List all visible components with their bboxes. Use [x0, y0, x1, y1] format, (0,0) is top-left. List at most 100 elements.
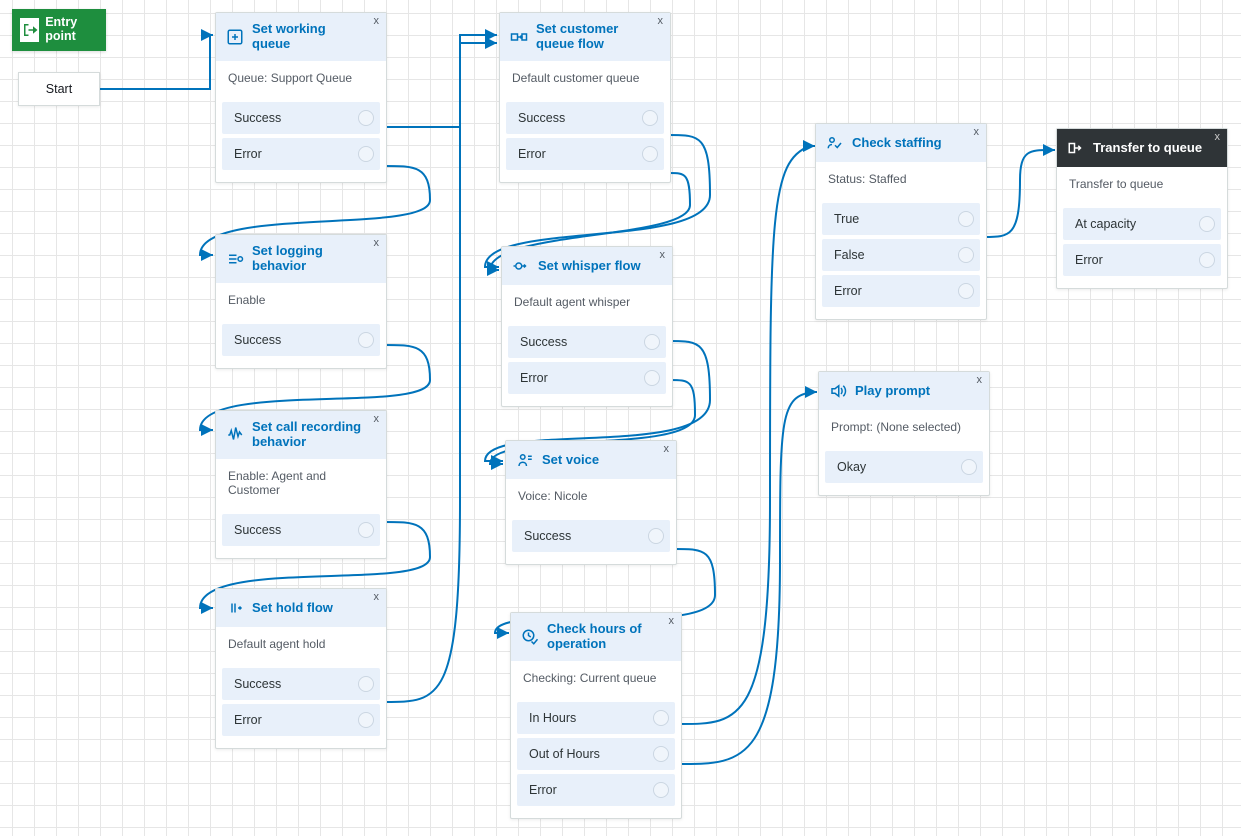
- node-desc: Enable: [216, 283, 386, 317]
- node-desc: Voice: Nicole: [506, 479, 676, 513]
- output-error[interactable]: Error: [222, 138, 380, 170]
- node-desc: Prompt: (None selected): [819, 410, 989, 444]
- output-in-hours[interactable]: In Hours: [517, 702, 675, 734]
- port-icon[interactable]: [644, 370, 660, 386]
- port-icon[interactable]: [644, 334, 660, 350]
- port-icon[interactable]: [653, 710, 669, 726]
- port-icon[interactable]: [648, 528, 664, 544]
- close-icon[interactable]: x: [1215, 131, 1221, 143]
- node-desc: Enable: Agent and Customer: [216, 459, 386, 507]
- close-icon[interactable]: x: [664, 443, 670, 455]
- node-title: Check staffing: [852, 136, 954, 151]
- node-check-hours[interactable]: Check hours of operation x Checking: Cur…: [510, 612, 682, 819]
- node-desc: Checking: Current queue: [511, 661, 681, 695]
- node-play-prompt[interactable]: Play prompt x Prompt: (None selected) Ok…: [818, 371, 990, 496]
- node-header[interactable]: Set call recording behavior x: [216, 411, 386, 459]
- node-set-logging-behavior[interactable]: Set logging behavior x Enable Success: [215, 234, 387, 369]
- node-set-call-recording[interactable]: Set call recording behavior x Enable: Ag…: [215, 410, 387, 559]
- output-false[interactable]: False: [822, 239, 980, 271]
- port-icon[interactable]: [642, 146, 658, 162]
- staffing-check-icon: [826, 134, 844, 152]
- node-title: Play prompt: [855, 384, 942, 399]
- output-error[interactable]: Error: [506, 138, 664, 170]
- node-title: Set call recording behavior: [252, 420, 376, 450]
- node-header[interactable]: Set whisper flow x: [502, 247, 672, 285]
- node-header[interactable]: Check hours of operation x: [511, 613, 681, 661]
- node-header[interactable]: Set working queue x: [216, 13, 386, 61]
- port-icon[interactable]: [961, 459, 977, 475]
- output-success[interactable]: Success: [222, 324, 380, 356]
- close-icon[interactable]: x: [974, 126, 980, 138]
- port-icon[interactable]: [653, 746, 669, 762]
- port-icon[interactable]: [358, 110, 374, 126]
- node-header[interactable]: Check staffing x: [816, 124, 986, 162]
- node-title: Set working queue: [252, 22, 376, 52]
- port-icon[interactable]: [958, 283, 974, 299]
- port-icon[interactable]: [1199, 252, 1215, 268]
- node-title: Set whisper flow: [538, 259, 653, 274]
- entry-point[interactable]: Entry point: [12, 9, 106, 51]
- output-success[interactable]: Success: [512, 520, 670, 552]
- node-set-voice[interactable]: Set voice x Voice: Nicole Success: [505, 440, 677, 565]
- start-node[interactable]: Start: [18, 72, 100, 106]
- port-icon[interactable]: [358, 712, 374, 728]
- node-set-customer-queue-flow[interactable]: Set customer queue flow x Default custom…: [499, 12, 671, 183]
- node-set-whisper-flow[interactable]: Set whisper flow x Default agent whisper…: [501, 246, 673, 407]
- start-label: Start: [46, 82, 72, 96]
- port-icon[interactable]: [358, 332, 374, 348]
- port-icon[interactable]: [358, 522, 374, 538]
- output-error[interactable]: Error: [508, 362, 666, 394]
- output-error[interactable]: Error: [1063, 244, 1221, 276]
- close-icon[interactable]: x: [669, 615, 675, 627]
- port-icon[interactable]: [958, 247, 974, 263]
- output-success[interactable]: Success: [222, 102, 380, 134]
- hold-flow-icon: [226, 599, 244, 617]
- node-set-hold-flow[interactable]: Set hold flow x Default agent hold Succe…: [215, 588, 387, 749]
- port-icon[interactable]: [653, 782, 669, 798]
- close-icon[interactable]: x: [977, 374, 983, 386]
- node-set-working-queue[interactable]: Set working queue x Queue: Support Queue…: [215, 12, 387, 183]
- output-true[interactable]: True: [822, 203, 980, 235]
- output-success[interactable]: Success: [508, 326, 666, 358]
- node-desc: Default customer queue: [500, 61, 670, 95]
- output-error[interactable]: Error: [822, 275, 980, 307]
- port-icon[interactable]: [958, 211, 974, 227]
- close-icon[interactable]: x: [374, 591, 380, 603]
- close-icon[interactable]: x: [374, 413, 380, 425]
- node-header[interactable]: Set logging behavior x: [216, 235, 386, 283]
- node-transfer-to-queue[interactable]: Transfer to queue x Transfer to queue At…: [1056, 128, 1228, 289]
- output-success[interactable]: Success: [222, 668, 380, 700]
- port-icon[interactable]: [642, 110, 658, 126]
- output-okay[interactable]: Okay: [825, 451, 983, 483]
- node-header[interactable]: Set customer queue flow x: [500, 13, 670, 61]
- speaker-icon: [829, 382, 847, 400]
- output-error[interactable]: Error: [517, 774, 675, 806]
- port-icon[interactable]: [1199, 216, 1215, 232]
- waveform-icon: [226, 426, 244, 444]
- output-at-capacity[interactable]: At capacity: [1063, 208, 1221, 240]
- whisper-icon: [512, 257, 530, 275]
- port-icon[interactable]: [358, 146, 374, 162]
- output-error[interactable]: Error: [222, 704, 380, 736]
- close-icon[interactable]: x: [660, 249, 666, 261]
- queue-plus-icon: [226, 28, 244, 46]
- node-header[interactable]: Play prompt x: [819, 372, 989, 410]
- node-title: Set hold flow: [252, 601, 345, 616]
- output-success[interactable]: Success: [222, 514, 380, 546]
- output-out-of-hours[interactable]: Out of Hours: [517, 738, 675, 770]
- node-desc: Default agent hold: [216, 627, 386, 661]
- node-header[interactable]: Transfer to queue x: [1057, 129, 1227, 167]
- node-title: Set logging behavior: [252, 244, 376, 274]
- close-icon[interactable]: x: [374, 15, 380, 27]
- node-header[interactable]: Set hold flow x: [216, 589, 386, 627]
- node-desc: Default agent whisper: [502, 285, 672, 319]
- close-icon[interactable]: x: [374, 237, 380, 249]
- node-desc: Transfer to queue: [1057, 167, 1227, 201]
- node-check-staffing[interactable]: Check staffing x Status: Staffed True Fa…: [815, 123, 987, 320]
- port-icon[interactable]: [358, 676, 374, 692]
- output-success[interactable]: Success: [506, 102, 664, 134]
- gear-list-icon: [226, 250, 244, 268]
- close-icon[interactable]: x: [658, 15, 664, 27]
- node-header[interactable]: Set voice x: [506, 441, 676, 479]
- node-title: Set customer queue flow: [536, 22, 660, 52]
